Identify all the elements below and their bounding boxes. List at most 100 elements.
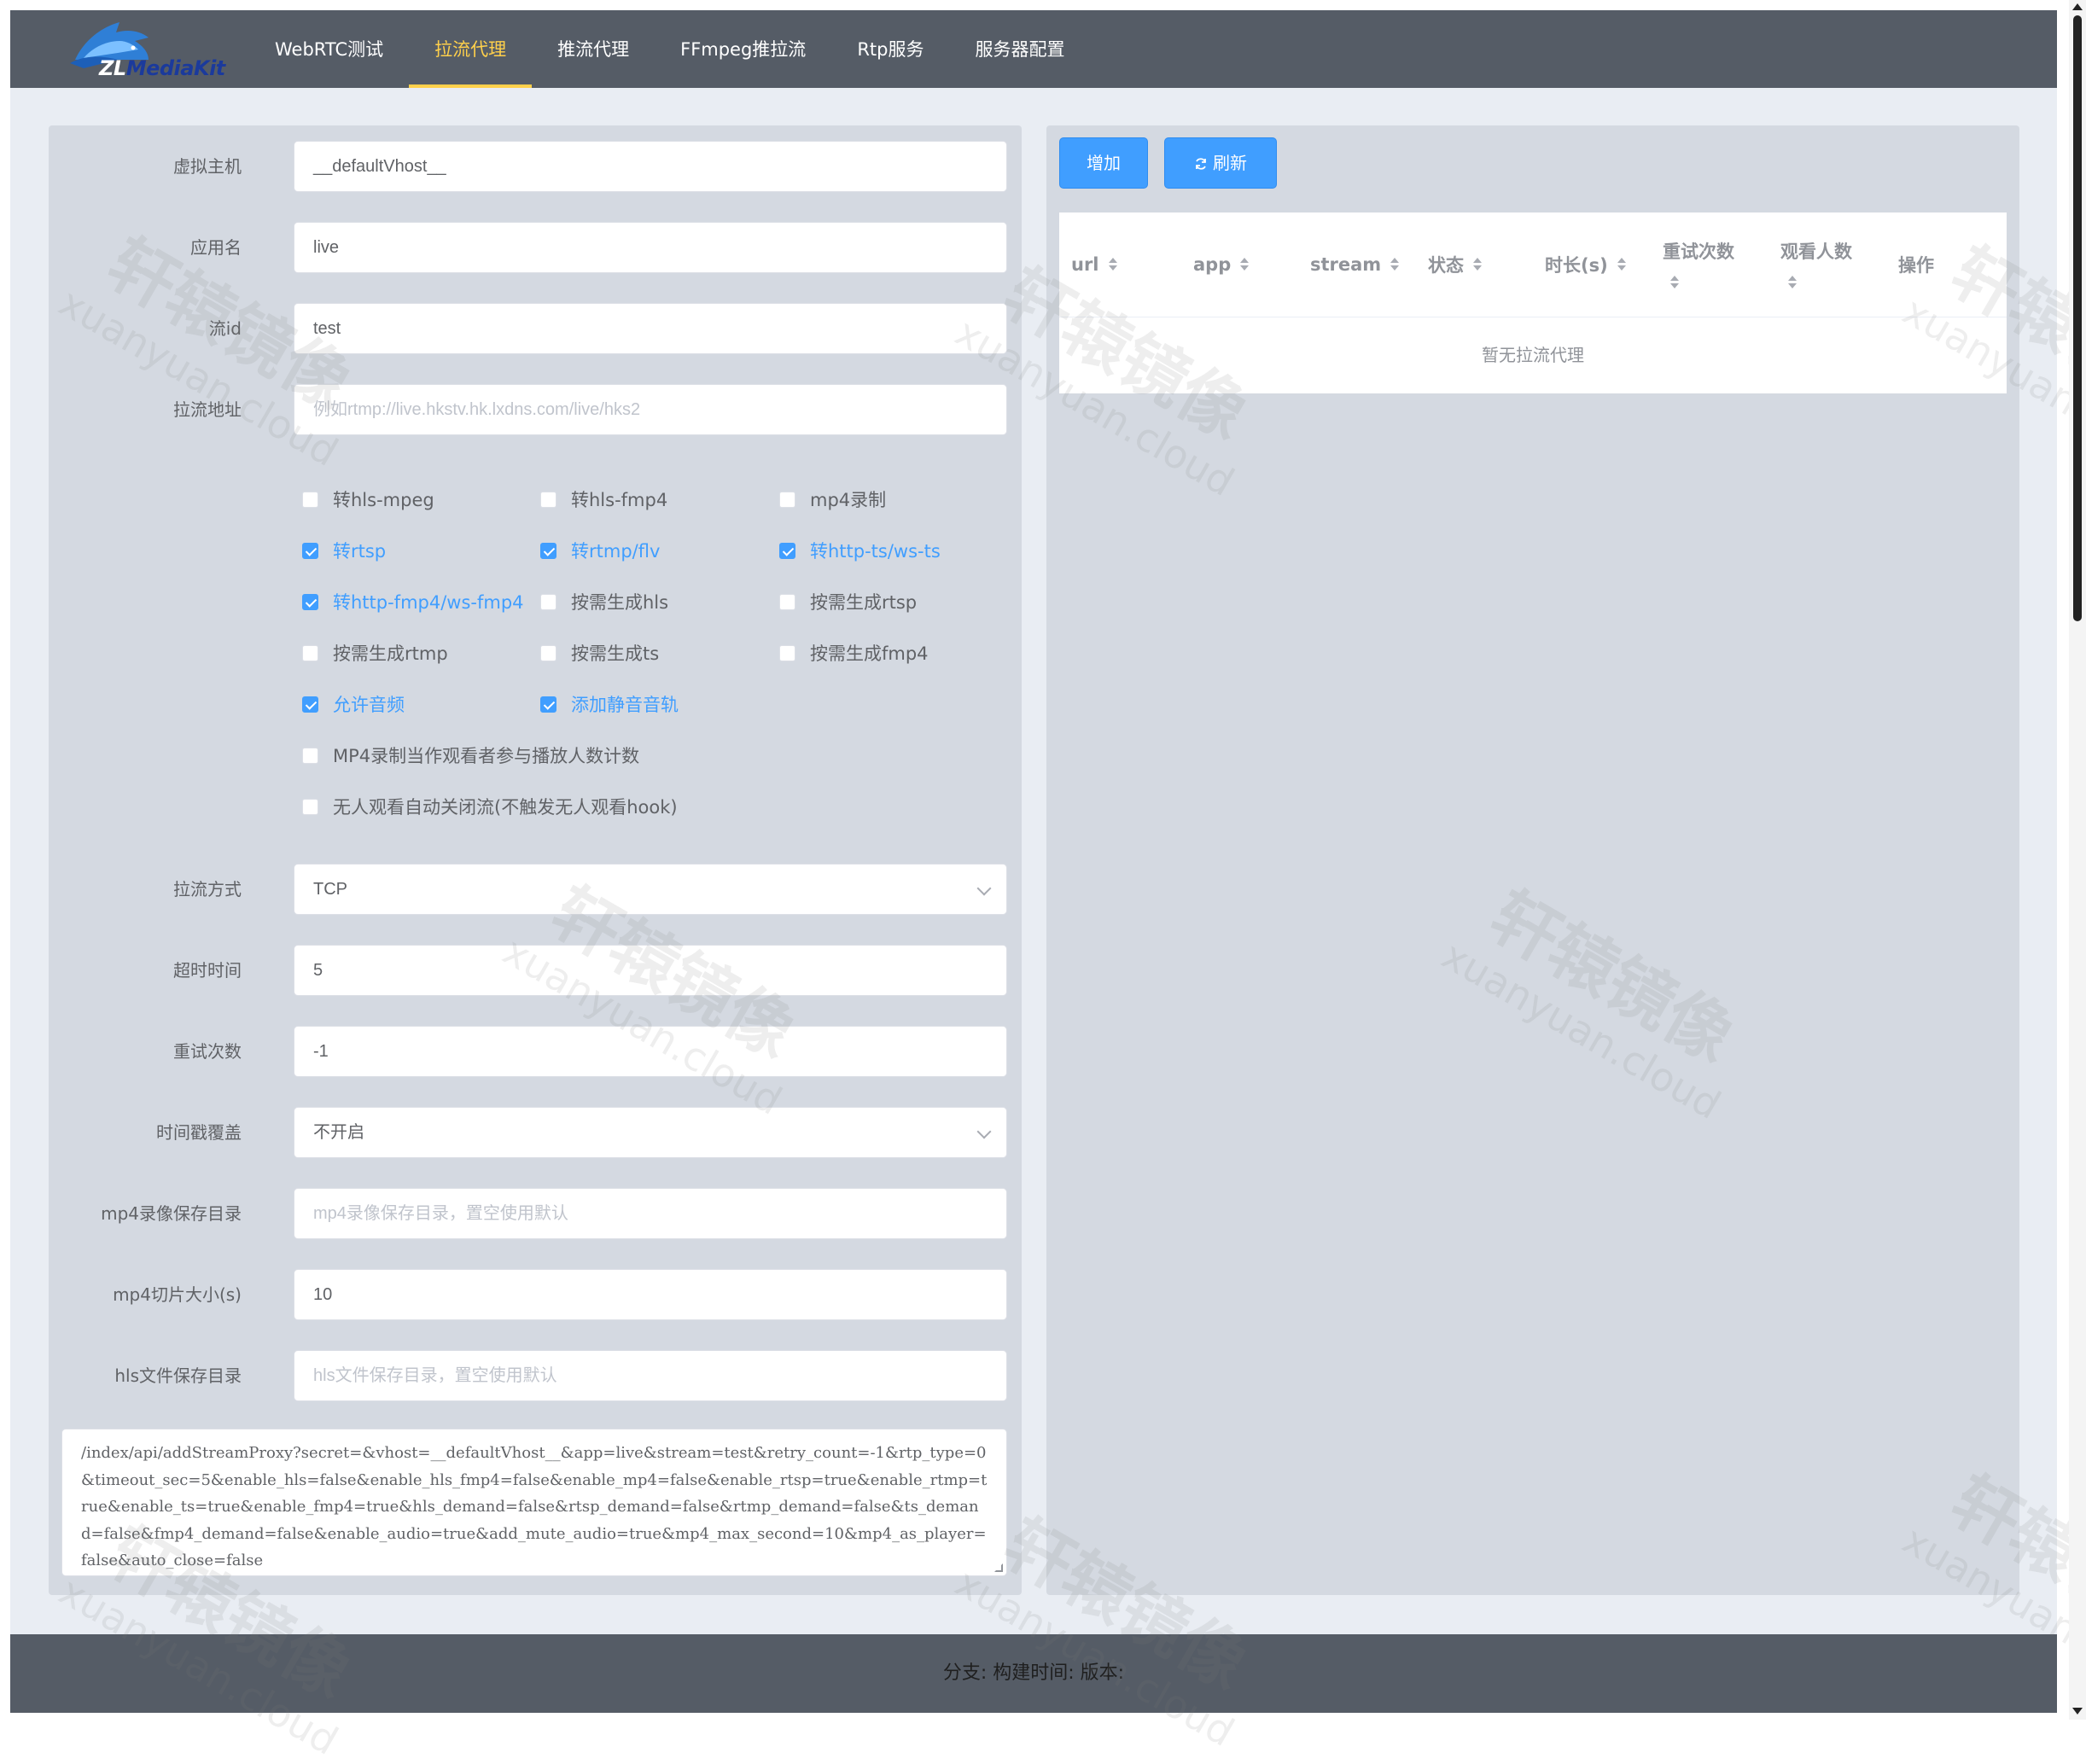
column-header-app[interactable]: app (1193, 212, 1250, 317)
app-input[interactable]: live (294, 222, 1007, 273)
rtp-type-value: TCP (313, 880, 347, 899)
nav-ffmpeg[interactable]: FFmpeg推拉流 (655, 10, 831, 88)
mp4-size-input[interactable]: 10 (294, 1269, 1007, 1320)
page-scrollbar[interactable] (2069, 0, 2086, 1720)
nav-webrtc-test[interactable]: WebRTC测试 (249, 10, 409, 88)
option-add-mute-audio[interactable]: 添加静音音轨 (540, 687, 679, 721)
resize-handle-icon[interactable] (994, 1563, 1003, 1572)
column-header-url[interactable]: url (1071, 212, 1118, 317)
option-mp4-as-player[interactable]: MP4录制当作观看者参与播放人数计数 (302, 738, 639, 772)
option-rtsp[interactable]: 转rtsp (302, 533, 386, 568)
mp4-size-label: mp4切片大小(s) (113, 1284, 242, 1305)
nav-server-config[interactable]: 服务器配置 (949, 10, 1090, 88)
pull-proxy-form: 虚拟主机 __defaultVhost__ 应用名 live 流id test … (49, 125, 1022, 1595)
url-label: 拉流地址 (173, 399, 242, 420)
stream-input[interactable]: test (294, 303, 1007, 354)
rtp-type-label: 拉流方式 (173, 879, 242, 899)
options-row-7: 无人观看自动关闭流(不触发无人观看hook) (49, 789, 1022, 824)
scrollbar-thumb[interactable] (2073, 15, 2082, 621)
hls-dir-input[interactable]: hls文件保存目录，置空使用默认 (294, 1350, 1007, 1401)
refresh-icon (1196, 158, 1206, 170)
proxy-list-panel: 增加 刷新 url app stream 状态 时长(s) 重试次数 观看人数 … (1046, 125, 2019, 1595)
sort-icon[interactable] (1669, 274, 1680, 291)
option-hls-fmp4[interactable]: 转hls-fmp4 (540, 482, 667, 516)
sort-icon[interactable] (1787, 274, 1798, 291)
sort-icon[interactable] (1617, 256, 1627, 273)
scroll-down-arrow-icon[interactable] (2072, 1708, 2083, 1715)
option-enable-audio[interactable]: 允许音频 (302, 687, 405, 721)
request-url-textarea[interactable]: /index/api/addStreamProxy?secret=&vhost=… (61, 1429, 1007, 1576)
option-mp4-record[interactable]: mp4录制 (779, 482, 886, 516)
checkbox-icon (302, 644, 318, 661)
vhost-input[interactable]: __defaultVhost__ (294, 141, 1007, 192)
nav-push-proxy[interactable]: 推流代理 (532, 10, 655, 88)
options-row-3: 转http-fmp4/ws-fmp4 按需生成hls 按需生成rtsp (49, 585, 1022, 619)
add-button[interactable]: 增加 (1059, 137, 1148, 189)
column-header-retry[interactable]: 重试次数 (1663, 212, 1734, 317)
checkbox-checked-icon (540, 542, 556, 559)
option-hls-demand[interactable]: 按需生成hls (540, 585, 668, 619)
option-label: 转hls-fmp4 (571, 490, 668, 510)
column-header-stream[interactable]: stream (1310, 212, 1400, 317)
rtp-type-select[interactable]: TCP (294, 864, 1007, 915)
option-rtsp-demand[interactable]: 按需生成rtsp (779, 585, 917, 619)
sort-icon[interactable] (1390, 256, 1400, 273)
mp4-dir-input[interactable]: mp4录像保存目录，置空使用默认 (294, 1188, 1007, 1239)
column-label: url (1071, 254, 1099, 275)
top-navbar: ZLMediaKit WebRTC测试 拉流代理 推流代理 FFmpeg推拉流 … (10, 10, 2057, 88)
column-header-actions: 操作 (1898, 212, 1934, 317)
url-row: 拉流地址 例如rtmp://live.hkstv.hk.lxdns.com/li… (49, 384, 1022, 435)
column-header-viewers[interactable]: 观看人数 (1780, 212, 1852, 317)
option-http-fmp4[interactable]: 转http-fmp4/ws-fmp4 (302, 585, 524, 619)
timestamp-select[interactable]: 不开启 (294, 1107, 1007, 1158)
option-hls-mpeg[interactable]: 转hls-mpeg (302, 482, 434, 516)
checkbox-checked-icon (302, 696, 318, 713)
checkbox-checked-icon (779, 542, 795, 559)
mp4-dir-row: mp4录像保存目录 mp4录像保存目录，置空使用默认 (49, 1188, 1022, 1239)
timeout-label: 超时时间 (173, 960, 242, 981)
option-label: 允许音频 (333, 695, 405, 715)
option-http-ts[interactable]: 转http-ts/ws-ts (779, 533, 941, 568)
option-label: 添加静音音轨 (571, 695, 679, 715)
column-header-duration[interactable]: 时长(s) (1545, 212, 1627, 317)
app-row: 应用名 live (49, 222, 1022, 273)
option-label: 转rtsp (333, 541, 387, 562)
sort-icon[interactable] (1108, 256, 1118, 273)
scroll-up-arrow-icon[interactable] (2072, 3, 2083, 10)
timeout-row: 超时时间 5 (49, 945, 1022, 996)
option-rtmp-flv[interactable]: 转rtmp/flv (540, 533, 660, 568)
sort-icon[interactable] (1239, 256, 1250, 273)
timeout-input[interactable]: 5 (294, 945, 1007, 996)
mp4-dir-label: mp4录像保存目录 (101, 1203, 242, 1224)
options-row-1: 转hls-mpeg 转hls-fmp4 mp4录制 (49, 482, 1022, 516)
option-ts-demand[interactable]: 按需生成ts (540, 636, 659, 670)
column-label: 状态 (1428, 255, 1464, 276)
mp4-size-row: mp4切片大小(s) 10 (49, 1269, 1022, 1320)
option-label: 无人观看自动关闭流(不触发无人观看hook) (333, 797, 678, 818)
column-header-status[interactable]: 状态 (1428, 212, 1483, 317)
checkbox-icon (302, 747, 318, 764)
option-label: 转rtmp/flv (571, 541, 661, 562)
option-label: 按需生成rtmp (333, 643, 448, 664)
checkbox-icon (779, 491, 795, 508)
checkbox-icon (540, 593, 556, 610)
nav-pull-proxy[interactable]: 拉流代理 (409, 10, 533, 88)
checkbox-checked-icon (540, 696, 556, 713)
sort-icon[interactable] (1472, 256, 1483, 273)
nav-rtp-service[interactable]: Rtp服务 (831, 10, 949, 88)
footer-build-info: 分支: 构建时间: 版本: (10, 1634, 2057, 1713)
option-fmp4-demand[interactable]: 按需生成fmp4 (779, 636, 929, 670)
stream-row: 流id test (49, 303, 1022, 354)
option-label: 转http-fmp4/ws-fmp4 (333, 592, 524, 613)
zlmediakit-logo[interactable]: ZLMediaKit (67, 15, 225, 87)
checkbox-icon (540, 644, 556, 661)
option-rtmp-demand[interactable]: 按需生成rtmp (302, 636, 448, 670)
option-auto-close[interactable]: 无人观看自动关闭流(不触发无人观看hook) (302, 789, 678, 824)
column-label: stream (1310, 254, 1382, 275)
vhost-row: 虚拟主机 __defaultVhost__ (49, 141, 1022, 192)
retry-input[interactable]: -1 (294, 1026, 1007, 1077)
option-label: MP4录制当作观看者参与播放人数计数 (333, 746, 640, 766)
url-input[interactable]: 例如rtmp://live.hkstv.hk.lxdns.com/live/hk… (294, 384, 1007, 435)
table-empty-text: 暂无拉流代理 (1482, 345, 1584, 365)
refresh-button[interactable]: 刷新 (1164, 137, 1277, 189)
